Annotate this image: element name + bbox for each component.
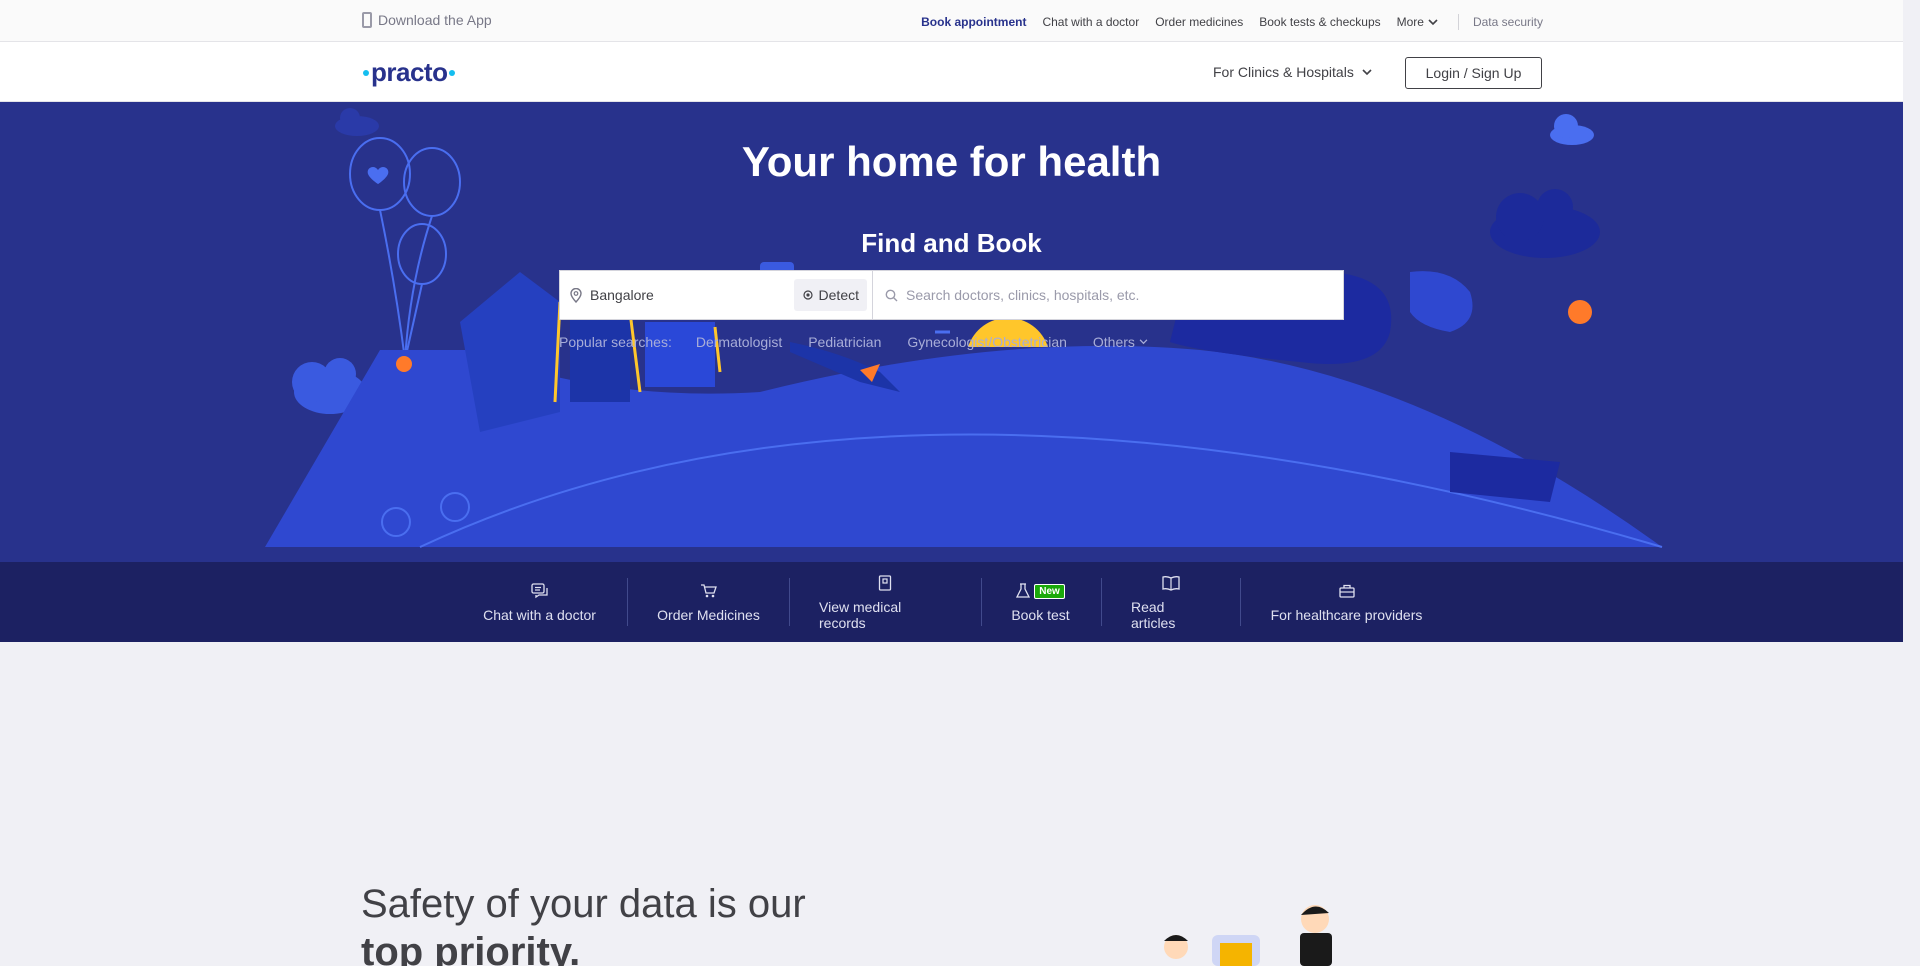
records-icon	[878, 573, 892, 593]
briefcase-icon	[1338, 581, 1355, 601]
quick-medicines-label: Order Medicines	[657, 607, 760, 623]
more-menu[interactable]: More	[1397, 15, 1438, 29]
new-badge: New	[1034, 583, 1065, 599]
book-tests-link[interactable]: Book tests & checkups	[1259, 15, 1380, 29]
location-input[interactable]	[590, 287, 780, 303]
top-nav: Book appointment Chat with a doctor Orde…	[921, 14, 1543, 30]
hero-subtitle: Find and Book	[861, 228, 1042, 258]
logo-dot-left	[363, 69, 369, 76]
hero-title: Your home for health	[741, 138, 1162, 185]
popular-dermatologist[interactable]: Dermatologist	[696, 334, 782, 350]
safety-heading: Safety of your data is our top priority.	[361, 880, 806, 966]
safety-line-1: Safety of your data is our	[361, 882, 806, 926]
top-utility-bar: Download the App Book appointment Chat w…	[0, 0, 1903, 42]
quick-divider	[1101, 578, 1102, 626]
quick-divider	[1240, 578, 1241, 626]
chevron-down-icon	[1362, 68, 1372, 75]
popular-searches: Popular searches: Dermatologist Pediatri…	[559, 334, 1174, 350]
safety-line-2: top priority.	[361, 930, 581, 966]
hero-section: Your home for health Find and Book Detec…	[0, 102, 1903, 562]
chevron-down-icon	[1139, 339, 1148, 345]
quick-providers-label: For healthcare providers	[1270, 607, 1423, 623]
chevron-down-icon	[1428, 18, 1438, 25]
quick-chat-doctor[interactable]: Chat with a doctor	[481, 562, 598, 642]
data-security-link[interactable]: Data security	[1473, 15, 1543, 29]
quick-test-label: Book test	[1011, 607, 1070, 623]
quick-divider	[981, 578, 982, 626]
more-label: More	[1396, 15, 1424, 29]
quick-divider	[627, 578, 628, 626]
query-box	[873, 271, 1343, 319]
search-icon	[885, 289, 898, 302]
chat-icon	[530, 581, 549, 601]
book-icon	[1162, 573, 1180, 593]
popular-pediatrician[interactable]: Pediatrician	[808, 334, 881, 350]
clinics-label: For Clinics & Hospitals	[1213, 64, 1354, 80]
popular-others[interactable]: Others	[1093, 334, 1148, 350]
quick-healthcare-providers[interactable]: For healthcare providers	[1270, 562, 1423, 642]
flask-icon	[1016, 583, 1031, 598]
detect-label: Detect	[818, 287, 859, 303]
quick-divider	[789, 578, 790, 626]
quick-book-test[interactable]: New Book test	[1011, 562, 1070, 642]
clinics-hospitals-menu[interactable]: For Clinics & Hospitals	[1213, 64, 1372, 80]
book-test-icon-row: New	[1016, 581, 1065, 601]
download-app-link[interactable]: Download the App	[362, 12, 492, 28]
search-bar: Detect	[559, 270, 1344, 320]
main-header: practo For Clinics & Hospitals Login / S…	[0, 42, 1903, 102]
quick-links-bar: Chat with a doctor Order Medicines View …	[0, 562, 1903, 642]
quick-medical-records[interactable]: View medical records	[819, 562, 951, 642]
phone-icon	[362, 12, 372, 28]
cart-icon	[700, 581, 718, 601]
quick-articles-label: Read articles	[1131, 599, 1176, 631]
logo-dot-right	[449, 69, 456, 76]
login-signup-button[interactable]: Login / Sign Up	[1405, 57, 1542, 89]
chat-doctor-link[interactable]: Chat with a doctor	[1042, 15, 1139, 29]
nav-divider	[1457, 14, 1459, 30]
crosshair-icon	[802, 290, 813, 300]
logo-text: practo	[371, 57, 448, 87]
quick-read-articles[interactable]: Read articles	[1131, 562, 1211, 642]
quick-order-medicines[interactable]: Order Medicines	[657, 562, 760, 642]
quick-records-label: View medical records	[819, 599, 902, 631]
security-illustration	[1164, 905, 1332, 966]
popular-gynecologist[interactable]: Gynecologist/Obstetrician	[907, 334, 1067, 350]
order-medicines-link[interactable]: Order medicines	[1155, 15, 1243, 29]
practo-logo[interactable]: practo	[361, 57, 457, 88]
download-app-label: Download the App	[378, 12, 492, 28]
popular-others-label: Others	[1092, 334, 1135, 350]
book-appointment-link[interactable]: Book appointment	[921, 15, 1026, 29]
quick-chat-label: Chat with a doctor	[483, 607, 596, 623]
location-box: Detect	[560, 271, 873, 319]
search-input[interactable]	[906, 287, 1343, 303]
popular-searches-label: Popular searches:	[559, 334, 672, 350]
location-pin-icon	[570, 287, 582, 303]
detect-location-button[interactable]: Detect	[793, 279, 867, 311]
